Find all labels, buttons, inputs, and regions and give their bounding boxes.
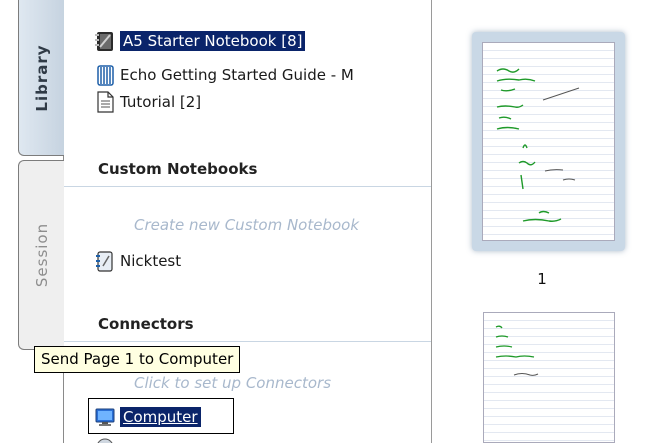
setup-connectors-link[interactable]: Click to set up Connectors	[134, 374, 331, 392]
notebook-icon	[94, 30, 116, 52]
custom-notebook-label: Nicktest	[120, 252, 182, 270]
page-thumbnail-selected[interactable]	[472, 32, 625, 251]
page-number-label: 1	[537, 270, 547, 288]
connectors-header: Connectors	[98, 315, 194, 333]
tab-strip: Library Session	[0, 0, 64, 443]
tab-session[interactable]: Session	[18, 160, 64, 350]
tab-library-label: Library	[32, 43, 51, 112]
divider	[64, 186, 431, 187]
page-thumbnail-2[interactable]	[483, 312, 615, 443]
tab-session-label: Session	[32, 222, 51, 288]
custom-notebook-item-nicktest[interactable]: Nicktest	[94, 248, 181, 274]
connector-item-partial[interactable]	[94, 434, 116, 443]
tab-library[interactable]: Library	[18, 0, 64, 156]
email-connector-icon	[94, 436, 116, 443]
notebook-item-tutorial[interactable]: Tutorial [2]	[94, 89, 201, 115]
page-thumbnails: 1	[433, 0, 651, 443]
focus-rectangle	[88, 398, 234, 434]
create-custom-notebook-link[interactable]: Create new Custom Notebook	[134, 216, 359, 234]
notebook-item-a5-starter[interactable]: A5 Starter Notebook [8]	[94, 28, 306, 54]
notebook-label: A5 Starter Notebook [8]	[120, 31, 306, 51]
divider	[64, 341, 431, 342]
custom-notebooks-header: Custom Notebooks	[98, 160, 258, 178]
app-window: Library Session A5 Starter Notebook [8]	[0, 0, 651, 443]
spiral-guide-icon	[94, 64, 116, 86]
page-thumbnail-image	[482, 42, 615, 241]
notebook-label: Tutorial [2]	[120, 93, 202, 111]
notebook-item-echo-guide[interactable]: Echo Getting Started Guide - M	[94, 62, 354, 88]
tooltip: Send Page 1 to Computer	[34, 346, 241, 373]
document-icon	[94, 91, 116, 113]
notebook-label: Echo Getting Started Guide - M	[120, 66, 354, 84]
custom-notebook-icon	[94, 250, 116, 272]
library-panel: A5 Starter Notebook [8] Echo Getting Sta…	[64, 0, 432, 443]
